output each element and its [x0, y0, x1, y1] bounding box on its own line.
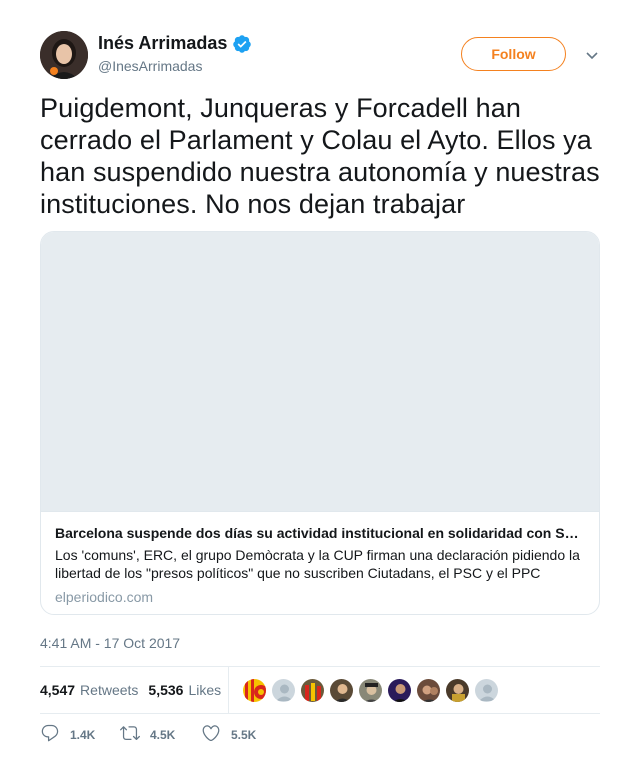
liker-avatar[interactable]: [329, 678, 354, 703]
like-count: 5.5K: [231, 728, 257, 742]
retweets-count[interactable]: 4,547: [40, 682, 75, 698]
likes-count[interactable]: 5,536: [148, 682, 183, 698]
link-card[interactable]: Barcelona suspende dos días su actividad…: [40, 231, 600, 615]
follow-button[interactable]: Follow: [461, 37, 566, 71]
liker-avatar[interactable]: [300, 678, 325, 703]
profile-photo-icon: [40, 31, 88, 79]
card-body: Barcelona suspende dos días su actividad…: [41, 512, 599, 606]
heart-icon[interactable]: [201, 723, 221, 748]
reply-count: 1.4K: [70, 728, 96, 742]
card-title[interactable]: Barcelona suspende dos días su actividad…: [55, 524, 585, 542]
liker-avatar[interactable]: [242, 678, 267, 703]
author-display-name[interactable]: Inés Arrimadas: [98, 33, 227, 54]
like-action[interactable]: 5.5K: [201, 724, 256, 746]
card-image-placeholder[interactable]: [41, 232, 599, 512]
liker-avatar[interactable]: [358, 678, 383, 703]
liker-avatars: [242, 678, 503, 703]
reply-icon[interactable]: [40, 723, 60, 748]
liker-avatar[interactable]: [474, 678, 499, 703]
card-domain: elperiodico.com: [55, 589, 154, 605]
author-info: Inés Arrimadas @InesArrimadas: [98, 33, 252, 74]
liker-avatar[interactable]: [416, 678, 441, 703]
author-handle[interactable]: @InesArrimadas: [98, 58, 252, 74]
tweet-text: Puigdemont, Junqueras y Forcadell han ce…: [40, 93, 600, 219]
liker-avatar[interactable]: [271, 678, 296, 703]
tweet-timestamp[interactable]: 4:41 AM - 17 Oct 2017: [40, 635, 180, 651]
tweet-stats: 4,547 Retweets 5,536 Likes: [40, 666, 600, 714]
reply-action[interactable]: 1.4K: [40, 724, 95, 746]
liker-avatar[interactable]: [445, 678, 470, 703]
card-description: Los 'comuns', ERC, el grupo Demòcrata y …: [55, 547, 580, 581]
verified-badge-icon: [232, 34, 252, 54]
stats-divider: [228, 667, 229, 713]
retweet-count: 4.5K: [150, 728, 176, 742]
retweet-icon[interactable]: [120, 723, 140, 748]
liker-avatar[interactable]: [387, 678, 412, 703]
tweet-header: Inés Arrimadas @InesArrimadas Follow: [40, 31, 600, 81]
chevron-down-icon[interactable]: [585, 48, 599, 62]
likes-label[interactable]: Likes: [188, 682, 221, 698]
retweets-label[interactable]: Retweets: [80, 682, 138, 698]
author-avatar[interactable]: [40, 31, 88, 79]
tweet-actions: 1.4K 4.5K 5.5K: [40, 724, 600, 748]
retweet-action[interactable]: 4.5K: [120, 724, 175, 746]
